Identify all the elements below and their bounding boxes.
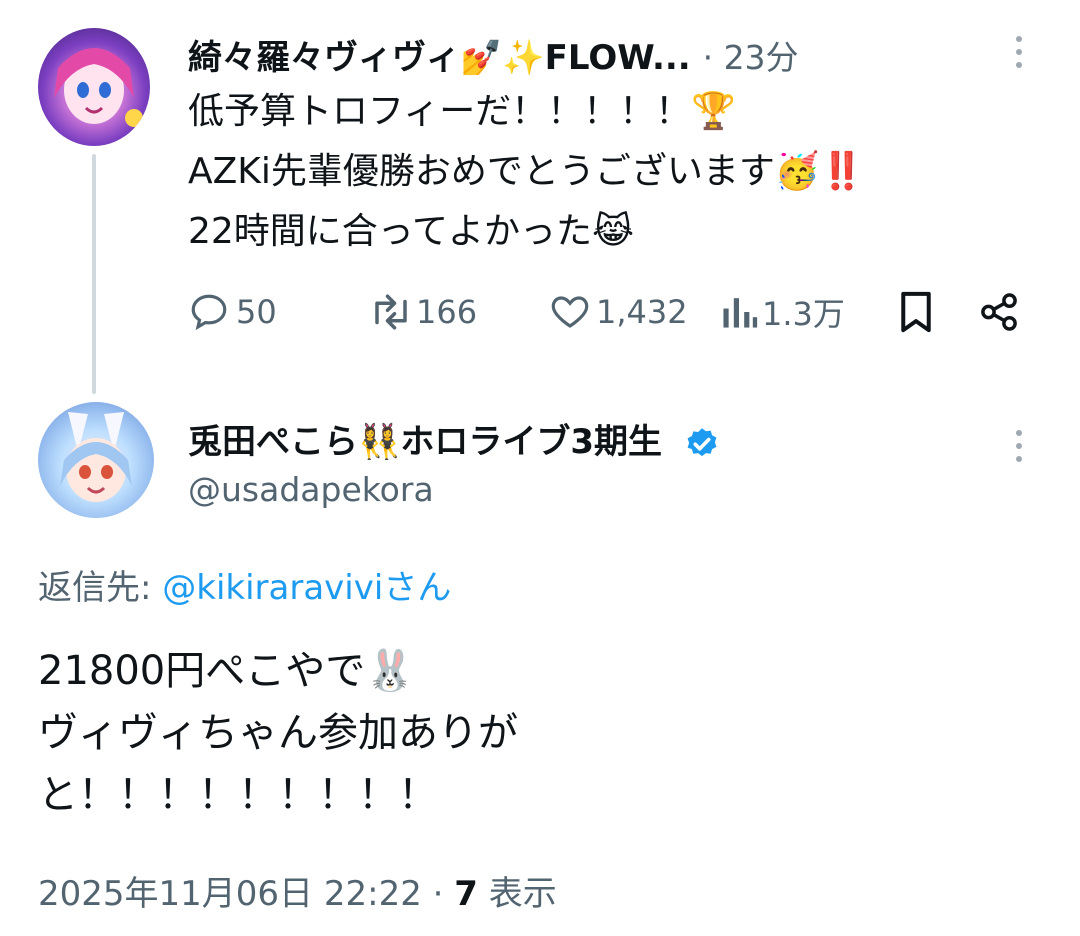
tweet2-views-label: 表示 (488, 874, 557, 914)
tweet2-display-name[interactable]: 兎田ぺこら👯‍♀️ホロライブ3期生 (188, 414, 720, 463)
tweet1-more-icon[interactable] (1014, 36, 1024, 68)
share-icon (981, 293, 1017, 331)
bookmark-button[interactable] (896, 290, 936, 334)
reply-button[interactable]: 50 (188, 290, 277, 334)
tweet2-line-2: ヴィヴィちゃん参加ありが (38, 710, 518, 756)
tweet1-display-name[interactable]: 綺々羅々ヴィヴィ💅✨FLOW... · 23分 (188, 30, 799, 79)
tweet2-line-1: 21800円ぺこやで🐰 (38, 648, 416, 694)
tweet2-views-number: 7 (454, 874, 478, 914)
reply-to-label: 返信先: (38, 568, 152, 608)
avatar-kikiraravivi[interactable] (38, 28, 150, 146)
tweet1-line-3: 22時間に合ってよかった😹 (188, 211, 635, 252)
share-button[interactable] (978, 290, 1020, 334)
retweet-icon (375, 294, 407, 330)
verified-badge-icon (687, 427, 717, 456)
tweet2-more-icon[interactable] (1014, 430, 1024, 462)
thread-connector-line (92, 154, 96, 394)
tweet2-line-3: と！！！！！！！！！ (38, 772, 438, 818)
reply-to: 返信先: @kikiraraviviさん (38, 560, 451, 609)
view-count: 1.3万 (762, 295, 845, 333)
reply-count: 50 (236, 293, 277, 331)
tweet1-body: 低予算トロフィーだ！！！！！🏆 AZKi先輩優勝おめでとうございます🥳‼️ 22… (188, 88, 865, 256)
avatar-usadapekora[interactable] (38, 402, 154, 518)
tweet2-body: 21800円ぺこやで🐰 ヴィヴィちゃん参加ありが と！！！！！！！！！ (38, 640, 518, 826)
retweet-button[interactable]: 166 (368, 290, 477, 334)
like-button[interactable]: 1,432 (548, 290, 688, 334)
views-button[interactable]: 1.3万 (720, 290, 845, 334)
reply-to-handle[interactable]: @kikiraraviviさん (162, 568, 451, 608)
tweet1-line-1: 低予算トロフィーだ！！！！！🏆 (188, 91, 737, 132)
retweet-count: 166 (416, 293, 478, 331)
tweet2-timestamp[interactable]: 2025年11月06日 22:22 (38, 874, 422, 914)
bookmark-icon (901, 291, 931, 333)
like-count: 1,432 (596, 293, 688, 331)
tweet1-line-2: AZKi先輩優勝おめでとうございます🥳‼️ (188, 151, 865, 192)
tweet2-handle[interactable]: @usadapekora (188, 470, 434, 509)
tweet2-meta: 2025年11月06日 22:22 · 7 表示 (38, 874, 557, 914)
reply-icon (191, 294, 227, 331)
heart-icon (551, 296, 589, 328)
views-icon (723, 298, 758, 328)
tweet1-time[interactable]: 23分 (724, 38, 799, 77)
